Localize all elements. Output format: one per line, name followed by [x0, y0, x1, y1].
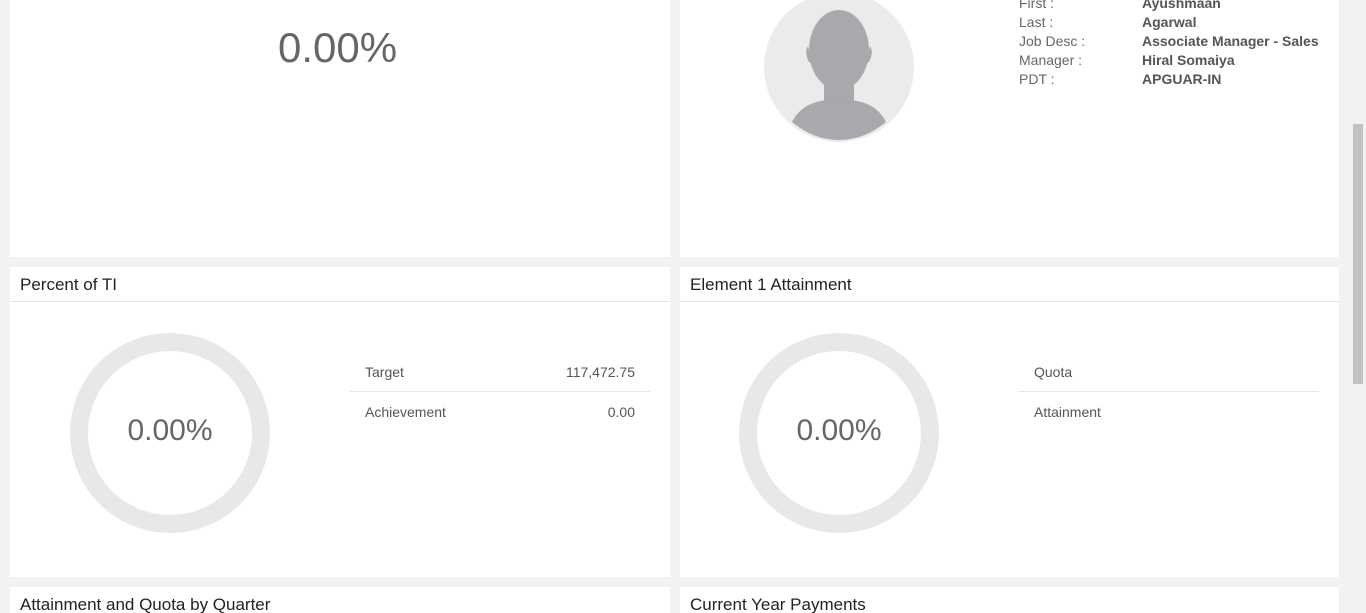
profile-label: PDT :: [1019, 71, 1055, 87]
panel-title: Attainment and Quota by Quarter: [10, 587, 670, 613]
target-table: Target 117,472.75 Achievement 0.00: [350, 353, 650, 431]
profile-value: Associate Manager - Sales: [1142, 33, 1319, 49]
percent-of-ti-panel: Percent of TI 0.00% Target 117,472.75 Ac…: [10, 267, 670, 577]
table-row: Quota: [1019, 353, 1319, 392]
vertical-scrollbar[interactable]: [1349, 0, 1366, 613]
profile-row-manager: Manager : Hiral Somaiya: [1019, 51, 1319, 70]
scrollbar-thumb[interactable]: [1353, 124, 1363, 384]
profile-row-pdt: PDT : APGUAR-IN: [1019, 70, 1319, 89]
profile-row-job-desc: Job Desc : Associate Manager - Sales: [1019, 32, 1319, 51]
row-value: 0.00: [607, 403, 635, 420]
attainment-quota-by-quarter-panel: Attainment and Quota by Quarter: [10, 587, 670, 613]
profile-row-last: Last : Agarwal: [1019, 13, 1319, 32]
profile-details: First : Ayushmaan Last : Agarwal Job Des…: [1019, 0, 1319, 89]
profile-value: Agarwal: [1142, 14, 1197, 30]
row-label: Quota: [1034, 364, 1073, 380]
profile-value: APGUAR-IN: [1142, 71, 1222, 87]
profile-value: Ayushmaan: [1142, 0, 1221, 11]
element-attainment-panel: Element 1 Attainment 0.00% Quota Attainm…: [680, 267, 1339, 577]
table-row: Attainment: [1019, 392, 1319, 431]
panel-title: Percent of TI: [10, 267, 670, 302]
row-label: Achievement: [365, 403, 446, 420]
profile-label: Job Desc :: [1019, 33, 1086, 49]
current-year-payments-panel: Current Year Payments: [680, 587, 1339, 613]
profile-value: Hiral Somaiya: [1142, 52, 1235, 68]
attainment-percent: 0.00%: [278, 24, 398, 71]
profile-panel: First : Ayushmaan Last : Agarwal Job Des…: [680, 0, 1339, 257]
ring-percent: 0.00%: [796, 414, 882, 447]
row-value: 117,472.75: [565, 364, 635, 380]
panel-title: Element 1 Attainment: [680, 267, 1339, 302]
row-label: Target: [365, 364, 404, 380]
table-row: Achievement 0.00: [350, 392, 650, 431]
attainment-summary-panel: 0.00%: [10, 0, 670, 257]
person-icon: [792, 10, 886, 140]
row-label: Attainment: [1034, 403, 1101, 420]
avatar: [764, 0, 914, 142]
table-row: Target 117,472.75: [350, 353, 650, 392]
profile-label: Manager :: [1019, 52, 1083, 68]
quota-table: Quota Attainment: [1019, 353, 1319, 431]
profile-label: First :: [1019, 0, 1054, 11]
panel-title: Current Year Payments: [680, 587, 1339, 613]
profile-label: Last :: [1019, 14, 1054, 30]
profile-row-first: First : Ayushmaan: [1019, 0, 1319, 13]
ring-percent: 0.00%: [127, 414, 213, 447]
